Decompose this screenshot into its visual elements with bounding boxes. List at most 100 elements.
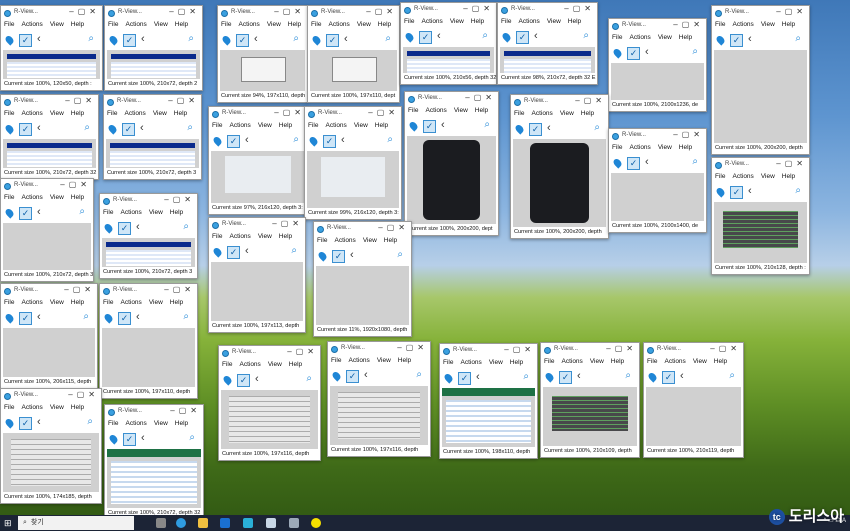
window-titlebar[interactable]: R-View... –▢✕ <box>401 3 496 18</box>
window-controls[interactable]: –▢✕ <box>463 4 494 13</box>
menu-item-help[interactable]: Help <box>288 21 301 28</box>
window-controls[interactable]: –▢✕ <box>68 390 99 399</box>
zoom-icon[interactable]: ⌕ <box>183 221 189 232</box>
location-pin-icon[interactable] <box>442 372 455 384</box>
window-titlebar[interactable]: R-View... –▢✕ <box>405 92 498 107</box>
file-explorer-icon[interactable] <box>198 518 208 528</box>
menu-item-actions[interactable]: Actions <box>425 107 446 114</box>
checkmark-icon[interactable]: ✓ <box>730 34 743 47</box>
chevron-left-icon[interactable]: ‹ <box>476 371 480 383</box>
location-pin-icon[interactable] <box>211 135 224 147</box>
location-pin-icon[interactable] <box>307 135 320 147</box>
zoom-icon[interactable]: ⌕ <box>84 122 90 133</box>
window-controls[interactable]: –▢✕ <box>606 344 637 353</box>
window-controls[interactable]: –▢✕ <box>673 130 704 139</box>
zoom-icon[interactable]: ⌕ <box>87 416 93 427</box>
menu-item-view[interactable]: View <box>547 18 561 25</box>
menu-item-help[interactable]: Help <box>510 359 523 366</box>
location-pin-icon[interactable] <box>102 312 115 324</box>
menu-item-file[interactable]: File <box>4 299 14 306</box>
chevron-left-icon[interactable]: ‹ <box>245 245 249 257</box>
menu-item-view[interactable]: View <box>258 122 272 129</box>
menu-item-actions[interactable]: Actions <box>629 34 650 41</box>
menu-item-file[interactable]: File <box>311 21 321 28</box>
menu-item-view[interactable]: View <box>50 110 64 117</box>
menu-item-view[interactable]: View <box>560 110 574 117</box>
kakaotalk-icon[interactable] <box>311 518 321 528</box>
rview-window[interactable]: R-View... –▢✕ File Actions View Help ✓ ‹ ⌕ Curren… <box>711 5 810 155</box>
menu-item-help[interactable]: Help <box>384 237 397 244</box>
menu-item-help[interactable]: Help <box>289 361 302 368</box>
chevron-left-icon[interactable]: ‹ <box>364 369 368 381</box>
window-titlebar[interactable]: R-View... –▢✕ <box>305 107 401 122</box>
menu-item-actions[interactable]: Actions <box>21 110 42 117</box>
rview-window[interactable]: R-View... –▢✕ File Actions View Help ✓ ‹ ⌕ Curren… <box>0 283 98 389</box>
checkmark-icon[interactable]: ✓ <box>332 250 345 263</box>
mail-icon[interactable] <box>220 518 230 528</box>
rview-window[interactable]: R-View... –▢✕ File Actions View Help ✓ ‹ ⌕ Curren… <box>313 221 412 337</box>
menu-item-file[interactable]: File <box>212 122 222 129</box>
menu-item-view[interactable]: View <box>268 361 282 368</box>
chevron-left-icon[interactable]: ‹ <box>255 373 259 385</box>
window-controls[interactable]: –▢✕ <box>168 96 199 105</box>
location-pin-icon[interactable] <box>106 123 119 135</box>
rview-window[interactable]: R-View... –▢✕ File Actions View Help ✓ ‹ ⌕ Curren… <box>104 404 204 520</box>
window-titlebar[interactable]: R-View... –▢✕ <box>1 179 93 194</box>
zoom-icon[interactable]: ⌕ <box>692 156 698 167</box>
window-controls[interactable]: –▢✕ <box>170 406 201 415</box>
location-pin-icon[interactable] <box>611 157 624 169</box>
window-controls[interactable]: –▢✕ <box>366 7 397 16</box>
menu-item-help[interactable]: Help <box>71 194 84 201</box>
start-button[interactable]: ⊞ <box>4 518 14 528</box>
rview-window[interactable]: R-View... –▢✕ File Actions View Help ✓ ‹ ⌕ Curren… <box>439 343 538 459</box>
location-pin-icon[interactable] <box>646 371 659 383</box>
menu-item-view[interactable]: View <box>693 358 707 365</box>
menu-item-actions[interactable]: Actions <box>125 21 146 28</box>
menu-item-actions[interactable]: Actions <box>328 21 349 28</box>
task-view-icon[interactable] <box>156 518 166 528</box>
menu-item-help[interactable]: Help <box>471 18 484 25</box>
rview-window[interactable]: R-View... –▢✕ File Actions View Help ✓ ‹ ⌕ Curren… <box>608 18 707 112</box>
menu-item-actions[interactable]: Actions <box>229 122 250 129</box>
location-pin-icon[interactable] <box>211 246 224 258</box>
location-pin-icon[interactable] <box>500 31 513 43</box>
menu-item-actions[interactable]: Actions <box>21 194 42 201</box>
checkmark-icon[interactable]: ✓ <box>529 123 542 136</box>
rview-window[interactable]: R-View... –▢✕ File Actions View Help ✓ ‹ ⌕ Curren… <box>540 342 640 458</box>
window-titlebar[interactable]: R-View... –▢✕ <box>1 6 102 21</box>
location-pin-icon[interactable] <box>220 34 233 46</box>
rview-window[interactable]: R-View... –▢✕ File Actions View Help ✓ ‹ ⌕ Curren… <box>103 94 202 180</box>
location-pin-icon[interactable] <box>330 370 343 382</box>
menu-item-actions[interactable]: Actions <box>120 209 141 216</box>
menu-item-view[interactable]: View <box>267 21 281 28</box>
menu-item-view[interactable]: View <box>149 299 163 306</box>
rview-window[interactable]: R-View... –▢✕ File Actions View Help ✓ ‹ ⌕ Curren… <box>643 342 744 458</box>
zoom-icon[interactable]: ⌕ <box>88 33 94 44</box>
window-titlebar[interactable]: R-View... –▢✕ <box>609 19 706 34</box>
zoom-icon[interactable]: ⌕ <box>583 30 589 41</box>
checkmark-icon[interactable]: ✓ <box>559 371 572 384</box>
menu-item-help[interactable]: Help <box>71 299 84 306</box>
menu-item-file[interactable]: File <box>647 358 657 365</box>
location-pin-icon[interactable] <box>543 371 556 383</box>
menu-item-view[interactable]: View <box>258 233 272 240</box>
chevron-left-icon[interactable]: ‹ <box>254 33 258 45</box>
menu-item-view[interactable]: View <box>363 237 377 244</box>
window-controls[interactable]: –▢✕ <box>65 96 96 105</box>
menu-item-help[interactable]: Help <box>581 110 594 117</box>
location-pin-icon[interactable] <box>611 47 624 59</box>
menu-item-help[interactable]: Help <box>175 21 188 28</box>
window-controls[interactable]: –▢✕ <box>287 347 318 356</box>
menu-item-file[interactable]: File <box>4 110 14 117</box>
window-titlebar[interactable]: R-View... –▢✕ <box>644 343 743 358</box>
menu-item-actions[interactable]: Actions <box>561 358 582 365</box>
window-controls[interactable]: –▢✕ <box>378 223 409 232</box>
menu-item-help[interactable]: Help <box>568 18 581 25</box>
zoom-icon[interactable]: ⌕ <box>729 370 735 381</box>
menu-item-view[interactable]: View <box>149 209 163 216</box>
rview-window[interactable]: R-View... –▢✕ File Actions View Help ✓ ‹ ⌕ Curren… <box>208 217 306 333</box>
location-pin-icon[interactable] <box>3 123 16 135</box>
window-controls[interactable]: –▢✕ <box>575 96 606 105</box>
menu-item-actions[interactable]: Actions <box>238 21 259 28</box>
menu-item-help[interactable]: Help <box>71 404 84 411</box>
